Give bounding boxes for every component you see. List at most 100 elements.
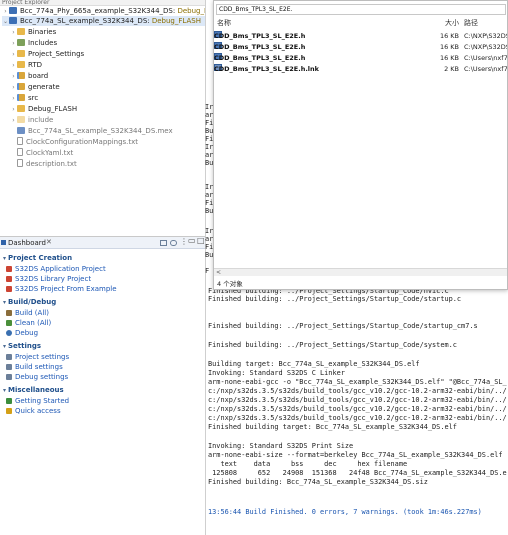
link-build-settings[interactable]: Build settings	[6, 363, 63, 371]
file-size: 2 KB	[444, 65, 459, 73]
console-line: Finished building target: Bcc_774a_SL_ex…	[208, 423, 457, 431]
expand-arrow-icon[interactable]: ›	[10, 116, 17, 126]
collapse-arrow-icon[interactable]: ▾	[3, 343, 6, 350]
tree-item-rtd[interactable]: › RTD	[10, 60, 42, 70]
link-debug-settings[interactable]: Debug settings	[6, 373, 68, 381]
scroll-left-icon[interactable]: <	[216, 269, 221, 276]
maximize-icon[interactable]: □	[197, 236, 205, 245]
console-line: c:/nxp/s32ds.3.5/s32ds/build_tools/gcc_v…	[208, 387, 507, 395]
expand-arrow-icon[interactable]: ›	[10, 72, 17, 82]
console-line: Finished building: ../Project_Settings/S…	[208, 322, 478, 330]
section-build-debug[interactable]: ▾ Build/Debug	[3, 298, 56, 306]
expand-arrow-icon[interactable]: ›	[10, 94, 17, 104]
tree-item-include[interactable]: › include	[10, 115, 53, 125]
tree-project-phy[interactable]: › Bcc_774a_Phy_665a_example_S32K344_DS: D…	[2, 6, 205, 16]
expand-arrow-icon[interactable]: ›	[10, 39, 17, 49]
view-menu-icon[interactable]: ⋮	[180, 237, 188, 246]
horizontal-scrollbar[interactable]: <	[214, 268, 507, 276]
tree-item-mex-file[interactable]: Bcc_774a_SL_example_S32K344_DS.mex	[17, 126, 173, 136]
tree-item-project-settings[interactable]: › Project_Settings	[10, 49, 84, 59]
console-line: c:/nxp/s32ds.3.5/s32ds/build_tools/gcc_v…	[208, 414, 507, 422]
tree-item-includes[interactable]: › Includes	[10, 38, 57, 48]
hammer-icon	[6, 310, 12, 316]
file-path: C:\NXP\S32DS	[464, 43, 508, 51]
minimize-icon[interactable]: ▭	[188, 236, 196, 245]
project-icon	[9, 7, 17, 14]
tree-item-generate[interactable]: › generate	[10, 82, 60, 92]
dashboard-panel: Dashboard ✕ ⋮ ▭ □ ▾ Project Creation S32D…	[0, 236, 205, 535]
section-project-creation[interactable]: ▾ Project Creation	[3, 254, 72, 262]
expand-arrow-icon[interactable]: ›	[10, 61, 17, 71]
file-path: C:\Users\nxf74	[464, 54, 508, 62]
project-icon	[9, 17, 17, 24]
link-build-all[interactable]: Build (All)	[6, 309, 49, 317]
expand-arrow-icon[interactable]: ›	[10, 50, 17, 60]
console-line: 125808 652 24908 151368 24f48 Bcc_774a_S…	[208, 469, 507, 477]
console-line: text data bss dec hex filename	[208, 460, 408, 468]
collapse-arrow-icon[interactable]: ▾	[3, 387, 6, 394]
search-query-input[interactable]: CDD_Bms_TPL3_SL_E2E.	[216, 4, 506, 15]
source-folder-icon	[17, 72, 25, 79]
quick-access-icon	[6, 408, 12, 414]
new-project-icon	[6, 266, 12, 272]
source-folder-icon	[17, 94, 25, 101]
expand-arrow-icon[interactable]: ›	[10, 28, 17, 38]
tree-item-src[interactable]: › src	[10, 93, 38, 103]
tree-project-sl[interactable]: ⌄ Bcc_774a_SL_example_S32K344_DS: Debug_F…	[2, 16, 205, 26]
folder-icon	[17, 105, 25, 112]
link-debug[interactable]: Debug	[6, 329, 38, 337]
file-search-dialog: CDD_Bms_TPL3_SL_E2E. 名称 大小 路径 CDD_Bms_TP…	[213, 0, 508, 290]
file-result-row[interactable]: CDD_Bms_TPL3_SL_E2E.h 16 KB C:\Users\nxf…	[214, 53, 508, 63]
settings-icon	[6, 354, 12, 360]
file-result-row[interactable]: CDD_Bms_TPL3_SL_E2E.h 16 KB C:\NXP\S32DS	[214, 31, 508, 41]
collapse-arrow-icon[interactable]: ⌄	[2, 17, 9, 27]
console-line: c:/nxp/s32ds.3.5/s32ds/build_tools/gcc_v…	[208, 396, 507, 404]
column-header-path[interactable]: 路径	[464, 18, 478, 28]
file-path: C:\Users\nxf74	[464, 65, 508, 73]
file-path: C:\NXP\S32DS	[464, 32, 508, 40]
expand-arrow-icon[interactable]: ›	[10, 83, 17, 93]
view-toolbar-icon[interactable]	[160, 240, 167, 246]
console-line: Finished building: Bcc_774a_SL_example_S…	[208, 478, 428, 486]
section-miscellaneous[interactable]: ▾ Miscellaneous	[3, 386, 64, 394]
section-settings[interactable]: ▾ Settings	[3, 342, 41, 350]
tree-item-board[interactable]: › board	[10, 71, 48, 81]
link-clean-all[interactable]: Clean (All)	[6, 319, 51, 327]
settings-icon	[6, 374, 12, 380]
link-project-settings[interactable]: Project settings	[6, 353, 69, 361]
text-file-icon	[17, 159, 23, 167]
close-icon[interactable]: ✕	[46, 238, 52, 246]
console-line: arm-none-eabi-gcc -o "Bcc_774a_SL_exampl…	[208, 378, 507, 386]
getting-started-icon	[6, 398, 12, 404]
project-explorer: Project Explorer › Bcc_774a_Phy_665a_exam…	[0, 0, 205, 232]
link-quick-access[interactable]: Quick access	[6, 407, 61, 415]
dashboard-title[interactable]: Dashboard	[8, 239, 46, 247]
collapse-arrow-icon[interactable]: ▾	[3, 299, 6, 306]
column-header-name[interactable]: 名称	[217, 18, 231, 28]
file-size: 16 KB	[439, 32, 459, 40]
link-s32ds-application-project[interactable]: S32DS Application Project	[6, 265, 106, 273]
link-getting-started[interactable]: Getting Started	[6, 397, 69, 405]
clean-icon	[6, 320, 12, 326]
expand-arrow-icon[interactable]: ›	[10, 105, 17, 115]
link-s32ds-project-from-example[interactable]: S32DS Project From Example	[6, 285, 117, 293]
folder-icon	[17, 116, 25, 123]
tree-item-debug-flash[interactable]: › Debug_FLASH	[10, 104, 77, 114]
console-line: Finished building: ../Project_Settings/S…	[208, 341, 457, 349]
link-s32ds-library-project[interactable]: S32DS Library Project	[6, 275, 91, 283]
file-result-row[interactable]: CDD_Bms_TPL3_SL_E2E.h.lnk 2 KB C:\Users\…	[214, 64, 508, 74]
tree-item-binaries[interactable]: › Binaries	[10, 27, 56, 37]
debug-bug-icon	[6, 330, 12, 336]
refresh-icon[interactable]	[170, 240, 177, 246]
tree-item-clock-yaml[interactable]: ClockYaml.txt	[17, 148, 73, 158]
new-library-icon	[6, 276, 12, 282]
console-line: arm-none-eabi-size --format=berkeley Bcc…	[208, 451, 503, 459]
file-result-row[interactable]: CDD_Bms_TPL3_SL_E2E.h 16 KB C:\NXP\S32DS	[214, 42, 508, 52]
column-header-size[interactable]: 大小	[445, 18, 459, 28]
tree-item-description[interactable]: description.txt	[17, 159, 77, 169]
collapse-arrow-icon[interactable]: ▾	[3, 255, 6, 262]
console-line: Invoking: Standard S32DS Print Size	[208, 442, 354, 450]
folder-icon	[17, 61, 25, 68]
tree-item-clock-mappings[interactable]: ClockConfigurationMappings.txt	[17, 137, 138, 147]
console-build-finished: 13:56:44 Build Finished. 0 errors, 7 war…	[208, 508, 482, 516]
